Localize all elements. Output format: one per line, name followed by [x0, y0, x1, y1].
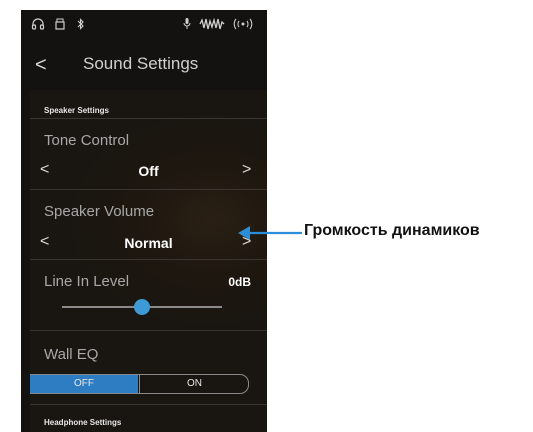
audio-wave-icon: [199, 17, 225, 35]
divider: [30, 118, 267, 119]
divider: [30, 330, 267, 331]
wireless-icon: [233, 17, 253, 35]
nav-bar: < Sound Settings: [21, 48, 267, 88]
tone-control-next-button[interactable]: >: [242, 161, 251, 179]
line-in-level-slider-thumb[interactable]: [134, 299, 150, 315]
page-title: Sound Settings: [83, 54, 199, 73]
divider: [30, 189, 267, 190]
divider: [30, 404, 267, 405]
wall-eq-label: Wall EQ: [44, 346, 99, 363]
settings-panel: Speaker Settings Tone Control < Off > Sp…: [30, 90, 267, 432]
wall-eq-on-button[interactable]: ON: [139, 375, 249, 393]
bluetooth-icon: [77, 17, 85, 35]
headphones-icon: [31, 17, 45, 35]
callout-arrow-icon: [238, 226, 302, 240]
speaker-settings-header: Speaker Settings: [44, 106, 109, 115]
usb-icon: [55, 17, 65, 35]
line-in-level-label: Line In Level: [44, 273, 130, 290]
wall-eq-off-button[interactable]: OFF: [30, 375, 138, 393]
status-bar: [21, 10, 267, 40]
annotation-label: Громкость динамиков: [304, 222, 480, 239]
speaker-volume-label: Speaker Volume: [44, 203, 155, 220]
piano-app-screen: < Sound Settings Speaker Settings Tone C…: [21, 10, 267, 432]
line-in-level-value: 0dB: [228, 275, 251, 289]
tone-control-value: Off: [138, 163, 159, 179]
headphone-settings-header: Headphone Settings: [44, 418, 122, 427]
speaker-volume-value: Normal: [124, 235, 173, 251]
chevron-left-icon[interactable]: <: [35, 54, 47, 76]
wall-eq-toggle: OFF ON: [30, 374, 249, 394]
divider: [30, 259, 267, 260]
microphone-icon: [183, 17, 191, 35]
tone-control-label: Tone Control: [44, 132, 130, 149]
